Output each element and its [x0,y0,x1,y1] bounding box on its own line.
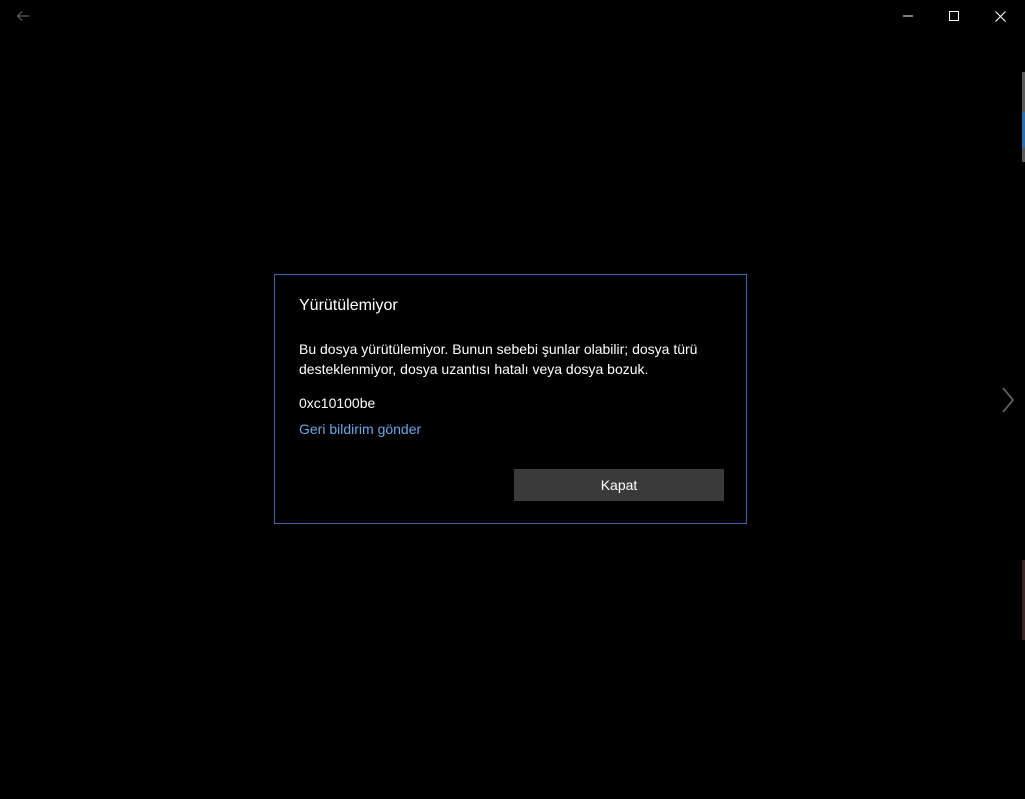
maximize-button[interactable] [931,0,977,32]
next-item-button[interactable] [996,383,1020,417]
close-window-button[interactable] [977,0,1023,32]
dialog-title: Yürütülemiyor [299,297,398,314]
app-window: Yürütülemiyor Bu dosya yürütülemiyor. Bu… [0,0,1025,799]
chevron-right-icon [1002,387,1014,413]
title-bar [0,0,1025,32]
minimize-icon [903,15,913,17]
back-button[interactable] [8,2,38,30]
send-feedback-link[interactable]: Geri bildirim gönder [299,421,421,437]
minimize-button[interactable] [885,0,931,32]
close-icon [994,10,1006,22]
error-dialog: Yürütülemiyor Bu dosya yürütülemiyor. Bu… [274,274,747,524]
error-code: 0xc10100be [299,395,376,411]
window-controls [885,0,1023,32]
maximize-icon [949,11,959,21]
close-button[interactable]: Kapat [514,469,724,501]
back-arrow-icon [16,11,29,21]
dialog-message: Bu dosya yürütülemiyor. Bunun sebebi şun… [299,341,698,377]
